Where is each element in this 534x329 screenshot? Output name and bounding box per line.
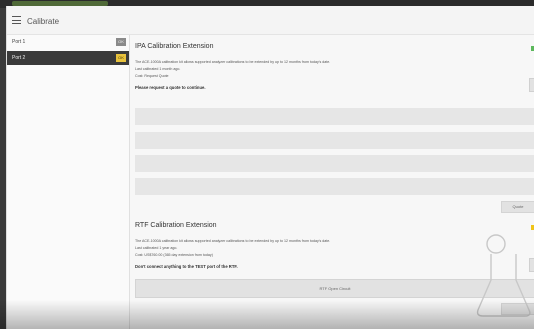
header: Calibrate bbox=[7, 6, 534, 35]
ipa-last-calibrated: Last calibrated 1 month ago. bbox=[135, 67, 181, 71]
app-window: Calibrate Port 1 OK Port 2 OK IPA Calibr… bbox=[6, 6, 534, 329]
rtf-title: RTF Calibration Extension bbox=[135, 222, 217, 229]
ipa-cost: Cost: Request Quote bbox=[135, 74, 169, 78]
ipa-field-4 bbox=[135, 178, 534, 195]
rtf-cost: Cost: US$760.00 (365 day extension from … bbox=[135, 253, 213, 257]
ipa-title: IPA Calibration Extension bbox=[135, 43, 214, 50]
ipa-field-1 bbox=[135, 108, 534, 125]
hamburger-icon[interactable] bbox=[12, 16, 21, 24]
ipa-field-2 bbox=[135, 132, 534, 149]
flask-icon bbox=[476, 234, 531, 317]
rtf-instruction: Don't connect anything to the TEST port … bbox=[135, 264, 238, 269]
ipa-description: The ACE-1000A calibration kit allows sup… bbox=[135, 60, 331, 64]
sidebar: Port 1 OK Port 2 OK bbox=[7, 35, 130, 329]
port-label: Port 1 bbox=[12, 39, 26, 45]
sidebar-item-port-1[interactable]: Port 1 OK bbox=[7, 35, 129, 49]
page-title: Calibrate bbox=[27, 17, 60, 26]
sidebar-item-port-2[interactable]: Port 2 OK bbox=[7, 51, 129, 65]
status-badge: OK bbox=[116, 38, 126, 46]
ipa-side-button[interactable] bbox=[529, 78, 534, 92]
rtf-last-calibrated: Last calibrated 1 year ago. bbox=[135, 246, 178, 250]
ipa-instruction: Please request a quote to continue. bbox=[135, 85, 206, 90]
ipa-field-3 bbox=[135, 155, 534, 172]
status-badge: OK bbox=[116, 54, 126, 62]
port-label: Port 2 bbox=[12, 55, 26, 61]
quote-button[interactable]: Quote bbox=[501, 201, 534, 213]
rtf-description: The ACE-1000A calibration kit allows sup… bbox=[135, 239, 331, 243]
